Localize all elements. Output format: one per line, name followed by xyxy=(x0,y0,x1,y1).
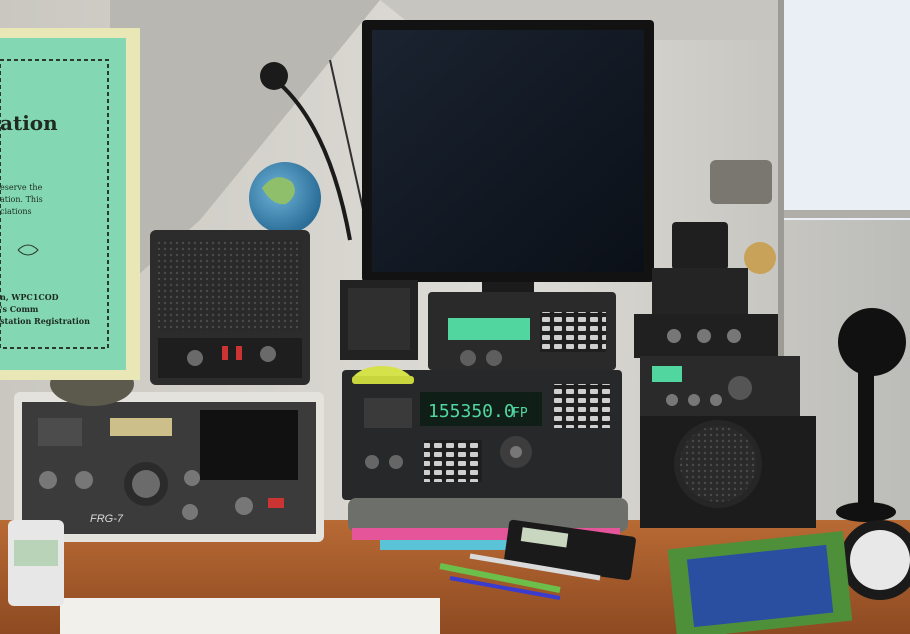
receiver-display: 155350.0 xyxy=(428,401,515,422)
booklet-line-2: ation. This xyxy=(0,195,43,204)
booklet-author-2: 's Comm xyxy=(0,304,39,314)
monitor xyxy=(362,20,654,304)
booklet-line-3: ciations xyxy=(0,207,32,216)
ham-radio-station-photo: 155350.0 FP FRG-7 ation eserve the ation… xyxy=(0,0,910,634)
receiver-display-suffix: FP xyxy=(512,406,528,421)
speaker-left xyxy=(150,230,310,385)
speaker-small xyxy=(340,280,418,360)
transceiver-left: FRG-7 xyxy=(14,392,324,542)
booklet-author-1: n, WPC1COD xyxy=(0,292,59,302)
scanner-top xyxy=(428,292,616,370)
booklet-line-1: eserve the xyxy=(0,183,43,192)
booklet-author-3: station Registration xyxy=(0,316,90,326)
booklet-title: ation xyxy=(0,111,58,135)
transceiver-right xyxy=(640,356,816,528)
transceiver-model: FRG-7 xyxy=(90,513,124,525)
booklet-cover: ation eserve the ation. This ciations n,… xyxy=(0,28,140,380)
receiver-main: 155350.0 FP xyxy=(342,370,622,500)
